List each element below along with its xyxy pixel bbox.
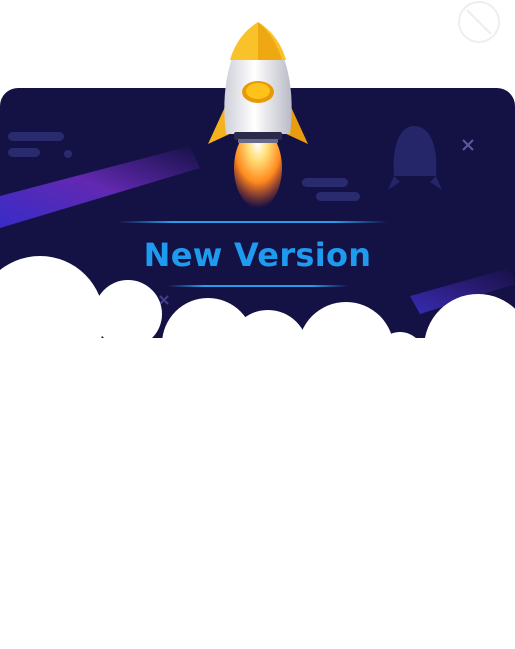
close-icon[interactable] (455, 0, 503, 48)
rocket-icon (208, 22, 308, 208)
update-dialog: New Version (0, 0, 515, 649)
